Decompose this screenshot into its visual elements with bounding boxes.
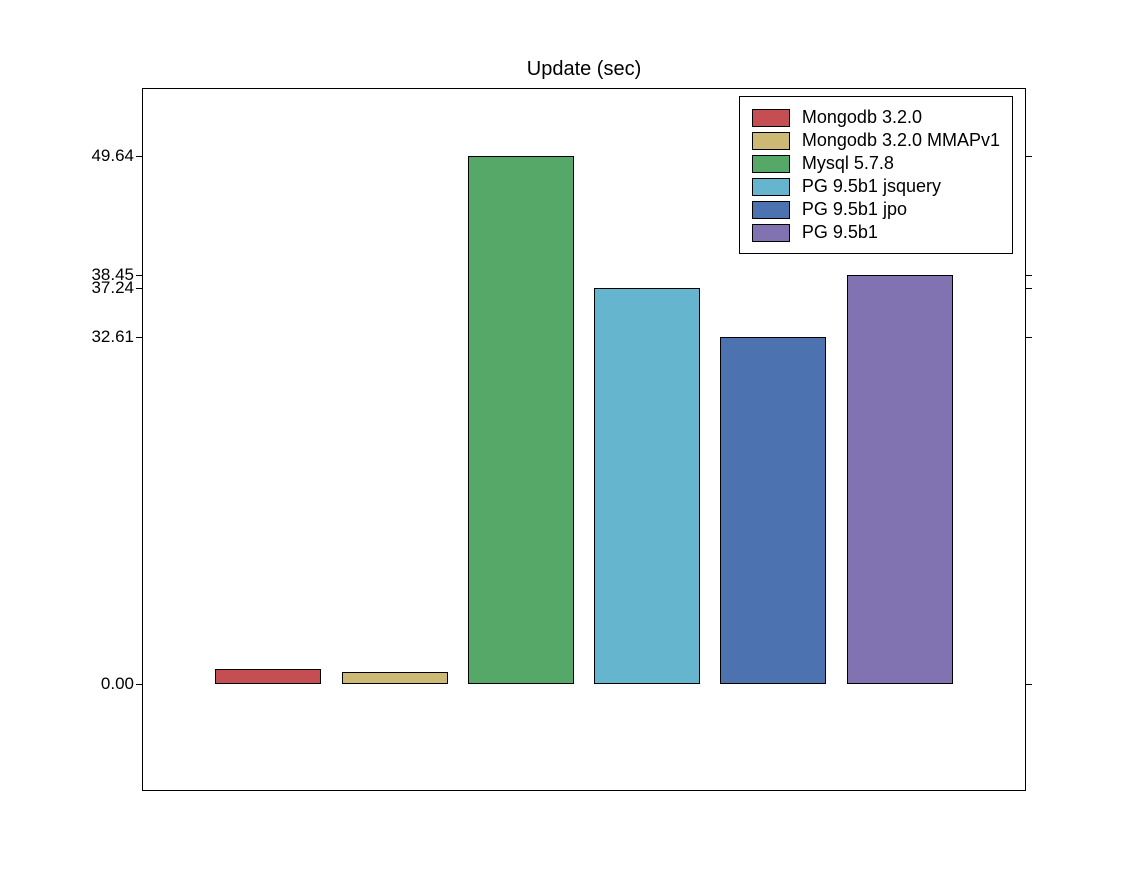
legend-item: PG 9.5b1 jpo — [752, 199, 1000, 220]
legend-swatch — [752, 109, 790, 127]
legend-item: Mysql 5.7.8 — [752, 153, 1000, 174]
legend: Mongodb 3.2.0Mongodb 3.2.0 MMAPv1Mysql 5… — [739, 96, 1013, 254]
legend-label: PG 9.5b1 jpo — [802, 199, 907, 220]
legend-swatch — [752, 178, 790, 196]
legend-item: Mongodb 3.2.0 — [752, 107, 1000, 128]
ytick-label: 38.45 — [34, 265, 134, 285]
ytick-label: 0.00 — [34, 674, 134, 694]
ytick-mark — [136, 684, 142, 685]
ytick-label: 49.64 — [34, 146, 134, 166]
chart-title: Update (sec) — [142, 58, 1026, 81]
chart-container: Update (sec) Mongodb 3.2.0Mongodb 3.2.0 … — [0, 0, 1137, 872]
bar — [847, 275, 953, 685]
legend-swatch — [752, 132, 790, 150]
bar — [468, 156, 574, 685]
legend-label: Mongodb 3.2.0 MMAPv1 — [802, 130, 1000, 151]
ytick-mark — [136, 288, 142, 289]
legend-label: Mongodb 3.2.0 — [802, 107, 922, 128]
bar — [594, 288, 700, 685]
legend-item: PG 9.5b1 — [752, 222, 1000, 243]
legend-label: PG 9.5b1 — [802, 222, 878, 243]
bar — [215, 669, 321, 685]
ytick-label: 32.61 — [34, 327, 134, 347]
ytick-mark — [1026, 156, 1032, 157]
ytick-mark — [136, 156, 142, 157]
legend-label: PG 9.5b1 jsquery — [802, 176, 941, 197]
ytick-mark — [1026, 684, 1032, 685]
legend-item: PG 9.5b1 jsquery — [752, 176, 1000, 197]
legend-swatch — [752, 224, 790, 242]
legend-swatch — [752, 201, 790, 219]
ytick-mark — [136, 337, 142, 338]
legend-label: Mysql 5.7.8 — [802, 153, 894, 174]
bar — [720, 337, 826, 684]
legend-item: Mongodb 3.2.0 MMAPv1 — [752, 130, 1000, 151]
ytick-mark — [136, 275, 142, 276]
ytick-mark — [1026, 288, 1032, 289]
ytick-mark — [1026, 337, 1032, 338]
bar — [342, 672, 448, 685]
legend-swatch — [752, 155, 790, 173]
ytick-mark — [1026, 275, 1032, 276]
